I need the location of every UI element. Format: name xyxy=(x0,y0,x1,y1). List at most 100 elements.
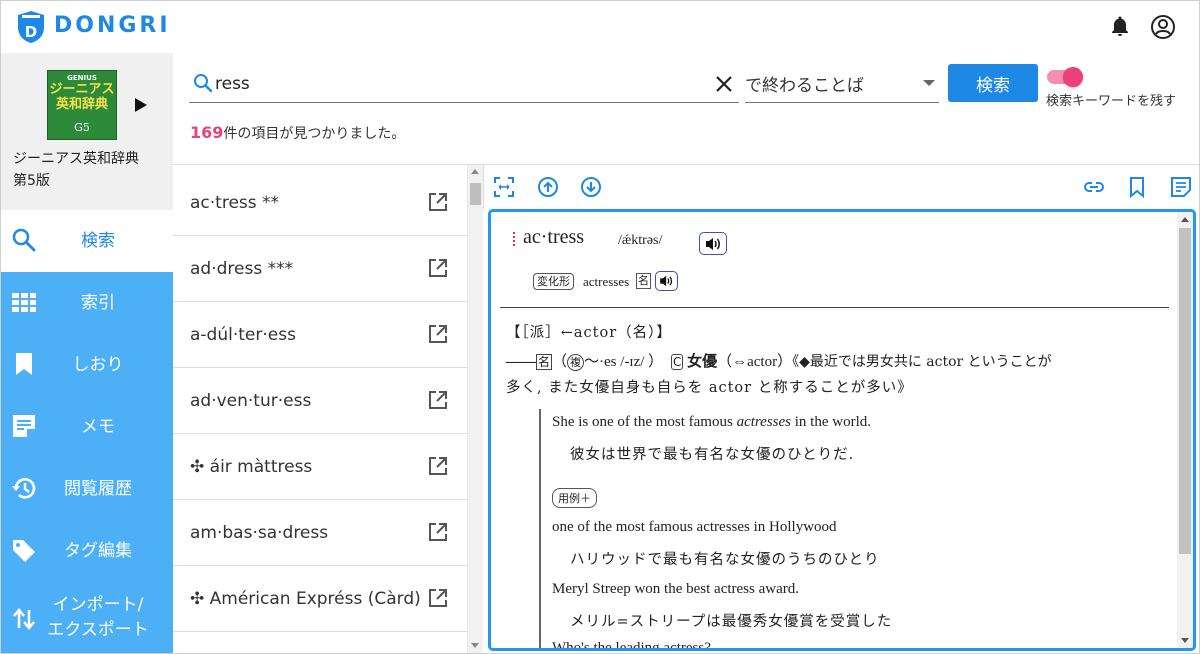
sidebar-item-bookmarks[interactable]: しおり xyxy=(1,334,173,396)
search-mode-select[interactable]: で終わることば xyxy=(745,67,939,103)
sidebar-item-import-export[interactable]: インポート/エクスポート xyxy=(1,582,173,653)
dropdown-arrow-icon xyxy=(923,80,935,86)
entry-content: ac·tress /ǽktrəs/ 変化形 actresses 名 【［派］←a… xyxy=(491,212,1177,648)
audio-button[interactable] xyxy=(699,232,727,255)
grid-icon xyxy=(12,293,36,312)
cover-publisher-mark: GENIUS xyxy=(67,74,97,82)
sidebar-nav: 索引 しおり メモ 閲覧履歴 タグ編集 インポート/ エクスポート xyxy=(1,272,173,653)
sidebar-item-label: しおり xyxy=(72,355,124,375)
note-icon[interactable] xyxy=(1170,176,1192,198)
open-in-new-icon[interactable] xyxy=(427,191,449,213)
result-item[interactable]: ac·tress ** xyxy=(173,170,467,236)
search-input[interactable] xyxy=(215,70,735,98)
open-in-new-icon[interactable] xyxy=(427,323,449,345)
link-icon[interactable] xyxy=(1083,176,1105,198)
result-headword: a-dúl·ter·ess xyxy=(190,325,296,345)
play-icon[interactable] xyxy=(134,97,148,113)
sense-line: —— 名（複～·es /-ɪz/ ） C 女優（⇔actor）《◆最近では男女共に… xyxy=(506,350,1052,371)
scrollbar-thumb[interactable] xyxy=(470,183,481,205)
search-mode-value: で終わることば xyxy=(745,76,864,96)
arrow-up-circle-icon[interactable] xyxy=(537,176,559,198)
account-circle-icon[interactable] xyxy=(1150,14,1176,40)
result-item[interactable]: a-dúl·ter·ess xyxy=(173,302,467,368)
scroll-down-arrow-icon[interactable] xyxy=(1181,638,1189,643)
brand-name: DONGRI xyxy=(54,13,171,38)
result-count: 169件の項目が見つかりました。 xyxy=(190,123,405,143)
plural-form: ～·es /-ɪz/ ） xyxy=(584,354,664,370)
plural-open: （ xyxy=(552,354,568,370)
usage-note-cont: 多く, また女優自身も自らを actor と称することが多い》 xyxy=(506,380,913,396)
sidebar: GENIUS ジーニアス 英和辞典 G5 ジーニアス英和辞典 第5版 検索 索引… xyxy=(1,53,173,653)
search-icon xyxy=(12,228,36,252)
result-headword: ad·ven·tur·ess xyxy=(190,391,312,411)
sidebar-item-label: 閲覧履歴 xyxy=(64,479,132,499)
example-ja: 彼女は世界で最も有名な女優のひとりだ. xyxy=(570,447,855,463)
audio-button[interactable] xyxy=(655,271,678,291)
inflection-label: 変化形 xyxy=(533,273,574,290)
search-button[interactable]: 検索 xyxy=(948,64,1038,102)
usage-note: 《◆最近では男女共に actor ということが xyxy=(792,354,1052,370)
cover-edition: G5 xyxy=(74,121,90,134)
sidebar-item-label: 索引 xyxy=(81,293,115,313)
open-in-new-icon[interactable] xyxy=(427,455,449,477)
memo-icon xyxy=(13,415,35,437)
result-item[interactable]: ✣ áir màttress xyxy=(173,434,467,500)
search-input-underline xyxy=(189,102,739,103)
dictionary-name: ジーニアス英和辞典 第5版 xyxy=(13,151,139,189)
scrollbar-thumb[interactable] xyxy=(1179,228,1191,554)
example-ja: メリル=ストリープは最優秀女優賞を受賞した xyxy=(570,614,893,630)
sidebar-item-memo[interactable]: メモ xyxy=(1,396,173,458)
sidebar-item-label: 検索 xyxy=(81,231,115,251)
example-en: She is one of the most famous actresses … xyxy=(552,414,872,430)
dongri-logo-icon: D xyxy=(18,11,44,43)
pos-badge: 名 xyxy=(536,354,553,370)
example-en: one of the most famous actresses in Holl… xyxy=(552,519,837,535)
plural-badge: 複 xyxy=(567,354,585,371)
result-item[interactable]: ad·dress *** xyxy=(173,236,467,302)
example-ja: ハリウッドで最も有名な女優のうちのひとり xyxy=(570,552,880,568)
open-in-new-icon[interactable] xyxy=(427,257,449,279)
result-headword: am·bas·sa·dress xyxy=(190,523,329,543)
sidebar-item-index[interactable]: 索引 xyxy=(1,272,173,334)
dictionary-cover[interactable]: GENIUS ジーニアス 英和辞典 G5 xyxy=(47,70,117,140)
gloss: 女優 xyxy=(687,352,718,370)
result-headword: ac·tress ** xyxy=(190,193,280,213)
sense-dash: —— xyxy=(506,354,536,370)
example-en: Who's the leading actress? xyxy=(552,640,711,648)
scroll-up-arrow-icon[interactable] xyxy=(471,169,479,174)
inflection-pos: 名 xyxy=(636,273,651,289)
result-item[interactable]: ad·ven·tur·ess xyxy=(173,368,467,434)
sidebar-item-tags[interactable]: タグ編集 xyxy=(1,520,173,582)
results-scrollbar[interactable] xyxy=(467,165,483,653)
inflection-form: actresses xyxy=(583,274,630,289)
keep-keyword-toggle[interactable] xyxy=(1047,67,1083,87)
search-area: で終わることば 検索 検索キーワードを残す 169件の項目が見つかりました。 xyxy=(173,53,1199,165)
fit-screen-icon[interactable] xyxy=(493,176,515,198)
search-icon xyxy=(194,74,213,93)
detail-toolbar xyxy=(483,165,1199,209)
bookmark-outline-icon[interactable] xyxy=(1126,176,1148,198)
arrow-down-circle-icon[interactable] xyxy=(580,176,602,198)
dictionary-panel: GENIUS ジーニアス 英和辞典 G5 ジーニアス英和辞典 第5版 xyxy=(1,53,173,210)
clear-icon[interactable] xyxy=(713,73,735,95)
scroll-down-arrow-icon[interactable] xyxy=(471,643,479,648)
notification-bell-icon[interactable] xyxy=(1108,14,1132,38)
result-headword: ✣ Américan Expréss (Càrd) xyxy=(190,589,421,609)
open-in-new-icon[interactable] xyxy=(427,587,449,609)
result-count-number: 169 xyxy=(190,123,224,142)
result-item[interactable]: ✣ Américan Expréss (Càrd) xyxy=(173,566,467,632)
more-examples-button[interactable]: 用例＋ xyxy=(552,488,597,508)
detail-scrollbar[interactable] xyxy=(1177,212,1193,648)
open-in-new-icon[interactable] xyxy=(427,521,449,543)
open-in-new-icon[interactable] xyxy=(427,389,449,411)
sidebar-item-history[interactable]: 閲覧履歴 xyxy=(1,458,173,520)
speaker-icon xyxy=(660,275,673,287)
sidebar-item-search[interactable]: 検索 xyxy=(1,210,173,272)
countable-badge: C xyxy=(670,354,684,370)
divider xyxy=(500,307,1169,308)
tag-icon xyxy=(13,540,35,562)
result-item[interactable]: am·bas·sa·dress xyxy=(173,500,467,566)
result-headword: ad·dress *** xyxy=(190,259,294,279)
scroll-up-arrow-icon[interactable] xyxy=(1181,217,1189,222)
svg-text:D: D xyxy=(25,23,37,41)
